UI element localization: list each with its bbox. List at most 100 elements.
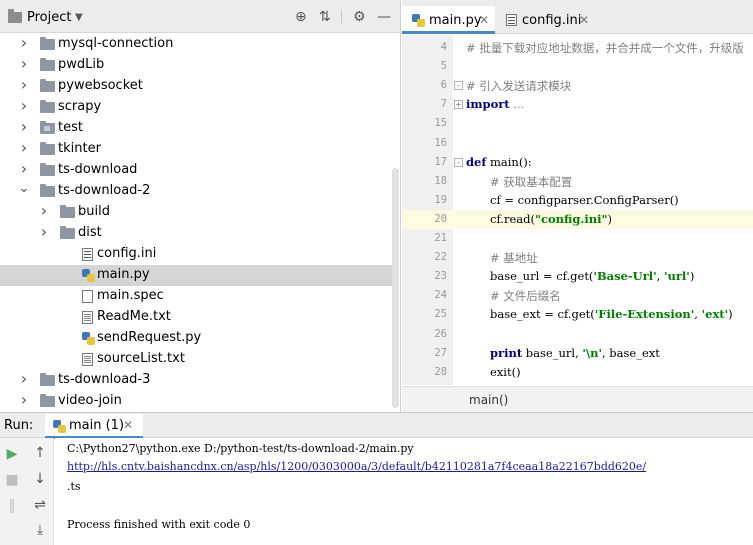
test-folder-icon [40, 121, 55, 134]
chevron-right-icon[interactable]: › [18, 138, 30, 157]
chevron-right-icon[interactable]: › [18, 75, 30, 94]
folder-icon [40, 394, 55, 407]
run-panel-header: Run: main (1) ✕ [0, 412, 753, 439]
tree-item-ts-download[interactable]: › ts-download [0, 159, 392, 181]
tab-config-ini[interactable]: config.ini ✕ [498, 6, 598, 34]
code-line[interactable]: 6- # 引入发送请求模块 [402, 76, 753, 95]
tree-item-ts-download-2[interactable]: ⌄ ts-download-2 [0, 180, 392, 202]
code-text: exit() [490, 364, 521, 379]
chevron-down-icon[interactable]: ▼ [75, 12, 83, 23]
code-text: # 获取基本配置 [490, 174, 573, 189]
collapse-fold-icon[interactable]: - [454, 81, 463, 91]
code-area[interactable]: 4 # 批量下载对应地址数据，并合并成一个文件，升级版 5 6- # 引入发送请求模块 7… [402, 35, 753, 385]
tree-scrollbar[interactable] [392, 168, 399, 408]
tree-item-main-py[interactable]: main.py [0, 265, 392, 286]
code-line[interactable]: 20 cf.read("config.ini") [402, 209, 753, 229]
code-line[interactable]: 17- def main(): [402, 153, 753, 172]
code-text: cf.read("config.ini") [490, 211, 612, 226]
code-line[interactable]: 28 exit() [402, 363, 753, 382]
code-line[interactable]: 27 print base_url, '\n', base_ext [402, 344, 753, 363]
run-tab-main[interactable]: main (1) ✕ [45, 414, 143, 439]
tree-item-config-ini[interactable]: config.ini [0, 244, 392, 265]
chevron-down-icon[interactable]: ⌄ [18, 180, 30, 196]
code-line[interactable]: 21 [402, 229, 753, 248]
tree-item-scrapy[interactable]: › scrapy [0, 96, 392, 118]
line-number: 4 [440, 41, 447, 53]
tree-item-dist[interactable]: › dist [0, 222, 392, 244]
tree-item-sourcelist-txt[interactable]: sourceList.txt [0, 349, 392, 370]
tab-label: main.py [429, 13, 482, 28]
code-line[interactable]: 22 # 基地址 [402, 248, 753, 267]
code-line[interactable]: 23 base_url = cf.get('Base-Url', 'url') [402, 267, 753, 286]
code-line[interactable]: 25 base_ext = cf.get('File-Extension', 'e… [402, 305, 753, 324]
code-line[interactable]: 7 + import ... [402, 95, 753, 114]
close-icon[interactable]: ✕ [579, 13, 589, 27]
code-line[interactable]: 15 [402, 114, 753, 133]
tree-item-main-spec[interactable]: main.spec [0, 286, 392, 307]
run-console[interactable]: C:\Python27\python.exe D:/python-test/ts… [55, 438, 753, 545]
chevron-right-icon[interactable]: › [38, 201, 50, 220]
folder-icon [40, 142, 55, 155]
chevron-right-icon[interactable]: › [18, 54, 30, 73]
expand-fold-icon[interactable]: + [454, 100, 463, 110]
code-line[interactable]: 24 # 文件后缀名 [402, 286, 753, 305]
hide-panel-icon[interactable]: — [377, 10, 391, 24]
locate-file-icon[interactable]: ⊕ [295, 10, 307, 24]
close-icon[interactable]: ✕ [123, 418, 133, 432]
tree-item-video-join[interactable]: › video-join [0, 390, 392, 412]
tree-item-label: dist [78, 225, 102, 240]
code-line[interactable]: 5 [402, 57, 753, 76]
chevron-right-icon[interactable]: › [18, 390, 30, 409]
close-icon[interactable]: ✕ [479, 13, 489, 27]
tree-item-build[interactable]: › build [0, 201, 392, 223]
line-number: 24 [434, 289, 447, 302]
breadcrumb-function[interactable]: main() [469, 393, 508, 407]
code-line[interactable]: 26 [402, 325, 753, 344]
code-line[interactable]: 19 cf = configparser.ConfigParser() [402, 191, 753, 210]
chevron-right-icon[interactable]: › [18, 159, 30, 178]
collapse-fold-icon[interactable]: - [454, 157, 463, 167]
tree-item-pwdlib[interactable]: › pwdLib [0, 54, 392, 76]
folder-icon [60, 205, 75, 218]
stop-icon[interactable]: ■ [4, 473, 20, 487]
tab-main-py[interactable]: main.py ✕ [402, 6, 495, 34]
code-line[interactable]: 18 # 获取基本配置 [402, 172, 753, 191]
arrow-up-icon[interactable]: ↑ [32, 446, 48, 460]
breadcrumb: main() [402, 386, 753, 412]
tree-item-tkinter[interactable]: › tkinter [0, 138, 392, 160]
project-view-selector[interactable]: Project [27, 10, 71, 25]
project-folder-icon [8, 9, 22, 23]
tab-label: config.ini [522, 13, 582, 28]
tree-item-label: tkinter [58, 141, 101, 156]
arrow-down-icon[interactable]: ↓ [32, 472, 48, 486]
code-line[interactable]: 4 # 批量下载对应地址数据，并合并成一个文件，升级版 [402, 38, 753, 57]
tree-item-pywebsocket[interactable]: › pywebsocket [0, 75, 392, 97]
chevron-right-icon[interactable]: › [18, 117, 30, 136]
chevron-right-icon[interactable]: › [18, 96, 30, 115]
folder-icon [40, 163, 55, 176]
chevron-right-icon[interactable]: › [38, 222, 50, 241]
rerun-icon[interactable]: ▶ [4, 447, 20, 461]
run-label: Run: [4, 418, 34, 433]
code-text: # 文件后缀名 [490, 289, 561, 304]
code-text: print base_url, '\n', base_ext [490, 345, 660, 360]
chevron-right-icon[interactable]: › [18, 369, 30, 388]
scroll-to-end-icon[interactable]: ⤓ [32, 523, 48, 537]
tree-item-label: ts-download-3 [58, 372, 151, 387]
soft-wrap-icon[interactable]: ⇌ [32, 498, 48, 512]
tree-item-label: ReadMe.txt [97, 309, 171, 324]
tree-item-test[interactable]: › test [0, 117, 392, 139]
code-line[interactable]: 29# 创建文件夹，返回文件夹名称 [402, 382, 753, 386]
console-link[interactable]: http://hls.cntv.baishancdnx.cn/asp/hls/1… [67, 460, 646, 473]
header-divider [341, 10, 342, 24]
tree-item-mysql-connection[interactable]: › mysql-connection [0, 33, 392, 55]
gear-icon[interactable]: ⚙ [353, 10, 366, 24]
tree-item-sendrequest-py[interactable]: sendRequest.py [0, 328, 392, 349]
tree-item-ts-download-3[interactable]: › ts-download-3 [0, 369, 392, 391]
collapse-settings-icon[interactable]: ⇅ [319, 10, 331, 24]
console-line: .ts [67, 480, 81, 493]
pause-icon[interactable]: ‖ [4, 499, 20, 513]
code-line[interactable]: 16 [402, 134, 753, 153]
tree-item-readme-txt[interactable]: ReadMe.txt [0, 307, 392, 328]
chevron-right-icon[interactable]: › [18, 33, 30, 52]
